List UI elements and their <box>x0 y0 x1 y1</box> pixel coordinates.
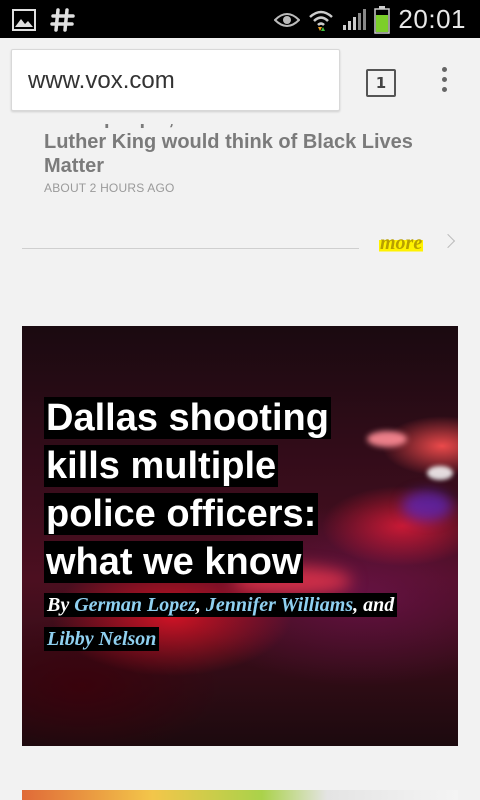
hero-title[interactable]: Dallas shooting kills multiple police of… <box>44 397 331 583</box>
hero-card[interactable]: Dallas shooting kills multiple police of… <box>22 326 458 746</box>
author-link[interactable]: Libby Nelson <box>47 628 156 650</box>
url-bar[interactable]: www.vox.com <box>11 49 340 111</box>
tab-switcher-button[interactable]: 1 <box>366 69 396 97</box>
byline: By German Lopez, Jennifer Williams, and … <box>44 588 444 656</box>
light-decoration <box>427 466 453 480</box>
hashtag-icon <box>50 8 75 32</box>
overflow-menu-icon[interactable] <box>436 67 452 97</box>
divider <box>22 248 359 249</box>
author-link[interactable]: Jennifer Williams <box>206 594 353 616</box>
more-link[interactable]: more <box>379 232 424 255</box>
browser-toolbar: www.vox.com 1 <box>0 38 480 124</box>
byline-separator: , <box>195 594 206 616</box>
clock: 20:01 <box>398 4 466 34</box>
next-article-card[interactable] <box>22 790 458 800</box>
hero-title-wrap: Dallas shooting kills multiple police of… <box>44 394 374 586</box>
author-link[interactable]: German Lopez <box>74 594 196 616</box>
byline-and: and <box>363 594 395 616</box>
previous-article-title[interactable]: White people, don't tell me what Martin … <box>44 124 444 178</box>
signal-icon <box>343 8 367 30</box>
chevron-right-icon[interactable] <box>440 233 456 249</box>
battery-icon <box>374 5 391 34</box>
byline-prefix: By <box>47 594 75 616</box>
url-text: www.vox.com <box>28 67 175 94</box>
eye-icon <box>274 12 301 27</box>
page-content: White people, don't tell me what Martin … <box>0 124 480 800</box>
image-icon <box>12 9 36 31</box>
status-bar: 20:01 <box>0 0 480 38</box>
previous-article-time: ABOUT 2 HOURS AGO <box>44 181 175 195</box>
wifi-icon <box>309 10 334 31</box>
byline-separator: , <box>353 594 359 616</box>
light-decoration <box>402 491 452 521</box>
